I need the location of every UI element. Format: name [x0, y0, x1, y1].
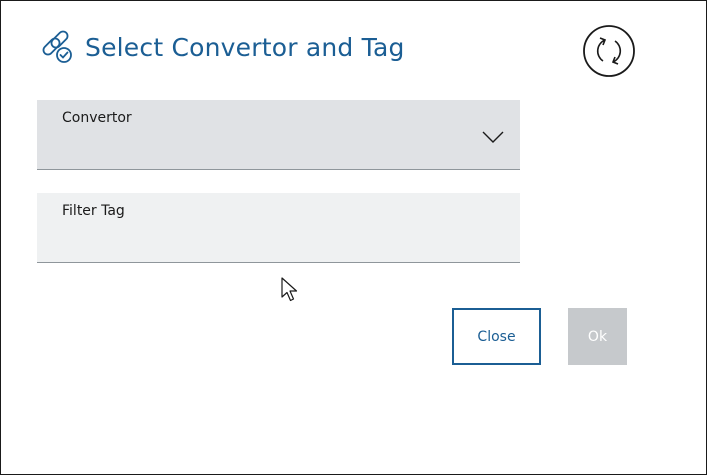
refresh-icon [583, 25, 635, 77]
filter-tag-label: Filter Tag [62, 203, 125, 219]
convertor-value [62, 136, 470, 160]
ok-button[interactable]: Ok [568, 308, 627, 365]
filter-tag-field[interactable]: Filter Tag [37, 193, 520, 263]
chevron-down-icon [482, 131, 504, 143]
close-button[interactable]: Close [452, 308, 541, 365]
dialog-header: Select Convertor and Tag [39, 25, 405, 69]
convertor-select[interactable]: Convertor [37, 100, 520, 170]
mouse-cursor-icon [281, 277, 298, 302]
convertor-label: Convertor [62, 110, 132, 126]
refresh-button[interactable] [581, 23, 637, 79]
dialog-title: Select Convertor and Tag [85, 32, 405, 62]
filter-tag-input[interactable] [62, 229, 470, 253]
select-convertor-dialog: Select Convertor and Tag Convertor Filte… [0, 0, 707, 475]
link-check-icon [42, 30, 72, 63]
